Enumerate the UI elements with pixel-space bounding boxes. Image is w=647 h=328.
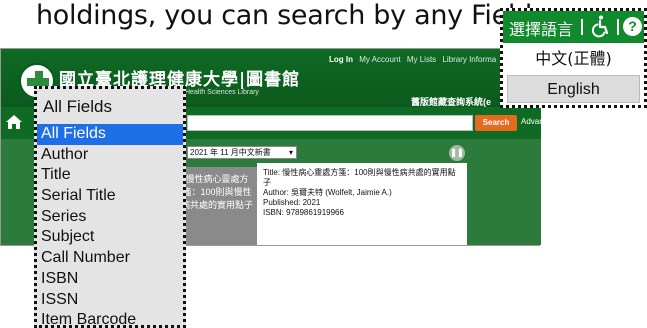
language-label[interactable]: 選擇語言 — [509, 16, 573, 40]
home-icon[interactable] — [5, 113, 23, 131]
language-option-english[interactable]: English — [507, 75, 640, 103]
dropdown-option-isbn[interactable]: ISBN — [37, 269, 183, 290]
advanced-search-link[interactable]: Advanced Search — [521, 117, 584, 126]
help-icon[interactable]: ? — [623, 17, 642, 36]
dropdown-current-value[interactable]: All Fields — [43, 97, 112, 117]
divider — [581, 19, 583, 35]
library-info-link[interactable]: Library Informa — [442, 55, 496, 64]
search-button[interactable]: Search — [475, 115, 517, 131]
month-select[interactable]: 2021 年 11 月中文新書 ▾ — [187, 146, 297, 159]
language-option-chinese[interactable]: 中文(正體) — [507, 45, 640, 73]
login-link[interactable]: Log In — [329, 55, 353, 64]
search-input[interactable] — [187, 115, 473, 131]
month-select-value: 2021 年 11 月中文新書 — [190, 148, 271, 157]
dropdown-options-list: All Fields Author Title Serial Title Ser… — [37, 124, 183, 328]
dropdown-option-call-number[interactable]: Call Number — [37, 248, 183, 269]
dropdown-option-all-fields[interactable]: All Fields — [37, 124, 183, 145]
dropdown-option-author[interactable]: Author — [37, 145, 183, 166]
pause-icon[interactable]: ❚❚ — [449, 145, 465, 161]
my-account-link[interactable]: My Account — [359, 55, 400, 64]
book-isbn: ISBN: 9789861919966 — [263, 208, 344, 217]
chevron-down-icon: ▾ — [288, 148, 293, 157]
dropdown-option-issn[interactable]: ISSN — [37, 290, 183, 311]
book-title: Title: 慢性病心靈處方箋：100則與慢性病共處的實用點子 — [263, 168, 456, 187]
instruction-caption: holdings, you can search by any Fields. — [36, 0, 554, 31]
my-lists-link[interactable]: My Lists — [407, 55, 436, 64]
dropdown-option-item-barcode[interactable]: Item Barcode — [37, 310, 183, 328]
library-logo-subtitle: Health Sciences Library — [185, 89, 259, 96]
book-details-card[interactable]: Title: 慢性病心靈處方箋：100則與慢性病共處的實用點子 Author: … — [257, 163, 467, 245]
wheelchair-icon[interactable] — [589, 14, 613, 38]
book-cover[interactable]: 慢性病心靈處方箋：100則與慢性病共處的實用點子 — [177, 167, 257, 245]
language-panel: 選擇語言 ? 中文(正體) English — [500, 8, 647, 108]
dropdown-option-subject[interactable]: Subject — [37, 227, 183, 248]
search-field-dropdown[interactable]: All Fields All Fields Author Title Seria… — [34, 86, 186, 328]
screenshot-stage: holdings, you can search by any Fields. … — [0, 0, 647, 328]
language-bar: 選擇語言 ? — [503, 11, 644, 43]
top-links: Log In My Account My Lists Library Infor… — [329, 55, 500, 64]
divider — [617, 19, 619, 35]
dropdown-option-series[interactable]: Series — [37, 207, 183, 228]
dropdown-option-title[interactable]: Title — [37, 165, 183, 186]
book-published: Published: 2021 — [263, 198, 321, 207]
dropdown-option-serial-title[interactable]: Serial Title — [37, 186, 183, 207]
book-author: Author: 吳爾夫特 (Wolfelt, Jaimie A.) — [263, 188, 392, 197]
